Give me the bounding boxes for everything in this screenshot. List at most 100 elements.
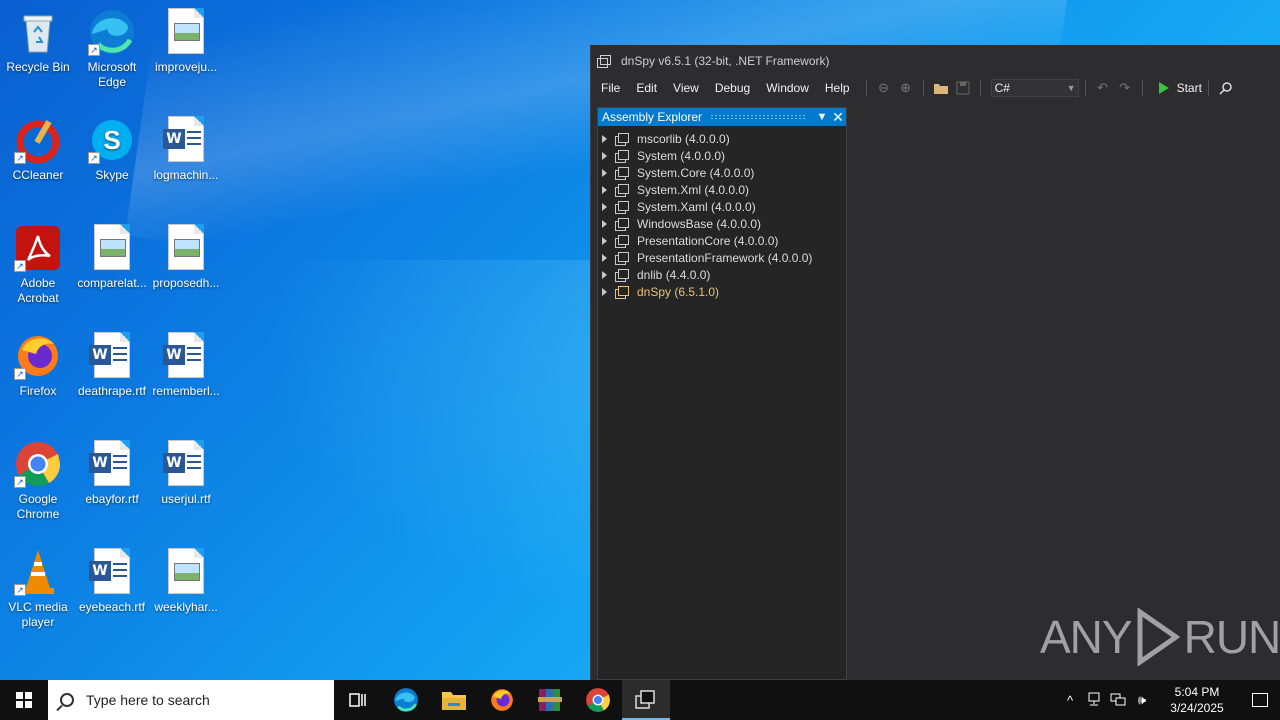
taskbar-dnspy[interactable] xyxy=(622,680,670,720)
desktop-icon-recycle-bin[interactable]: Recycle Bin xyxy=(0,8,76,75)
menu-view[interactable]: View xyxy=(667,81,705,95)
expand-arrow-icon[interactable] xyxy=(602,151,607,160)
expand-arrow-icon[interactable] xyxy=(602,168,607,177)
expand-arrow-icon[interactable] xyxy=(602,253,607,262)
task-view-button[interactable] xyxy=(334,680,382,720)
expand-arrow-icon[interactable] xyxy=(602,202,607,211)
tree-item[interactable]: dnlib (4.4.0.0) xyxy=(598,266,846,283)
desktop-icon-vlc[interactable]: ↗ VLC media player xyxy=(0,548,76,630)
dnspy-app-icon xyxy=(597,55,611,68)
recycle-bin-icon xyxy=(14,8,62,56)
menu-edit[interactable]: Edit xyxy=(630,81,663,95)
menu-file[interactable]: File xyxy=(595,81,626,95)
notification-icon xyxy=(1252,693,1268,707)
play-icon xyxy=(1158,82,1169,94)
windows-logo-icon xyxy=(16,692,32,708)
tree-item[interactable]: System.Core (4.0.0.0) xyxy=(598,164,846,181)
desktop-icon-logmachin[interactable]: W logmachin... xyxy=(148,116,224,183)
firefox-icon xyxy=(491,689,513,711)
expand-arrow-icon[interactable] xyxy=(602,134,607,143)
chevron-up-icon[interactable]: ^ xyxy=(1058,693,1082,708)
desktop-icon-userjul[interactable]: W userjul.rtf xyxy=(148,440,224,507)
clock[interactable]: 5:04 PM 3/24/2025 xyxy=(1162,684,1232,716)
expand-arrow-icon[interactable] xyxy=(602,270,607,279)
language-select-value: C# xyxy=(994,81,1010,95)
tree-item-label: dnlib (4.4.0.0) xyxy=(637,267,711,282)
desktop-icon-proposedh[interactable]: proposedh... xyxy=(148,224,224,291)
desktop-icon-skype[interactable]: S ↗ Skype xyxy=(74,116,150,183)
navigate-forward-icon[interactable]: ⊕ xyxy=(895,78,917,98)
desktop-icon-deathrape[interactable]: W deathrape.rtf xyxy=(74,332,150,399)
assembly-icon xyxy=(615,285,629,299)
assembly-icon xyxy=(615,183,629,197)
expand-arrow-icon[interactable] xyxy=(602,287,607,296)
navigate-back-icon[interactable]: ⊖ xyxy=(873,78,895,98)
desktop-icon-ccleaner[interactable]: ↗ CCleaner xyxy=(0,116,76,183)
tree-item[interactable]: System.Xaml (4.0.0.0) xyxy=(598,198,846,215)
desktop-icon-label: Adobe Acrobat xyxy=(17,276,59,305)
taskbar-firefox[interactable] xyxy=(478,680,526,720)
watermark-text-right: RUN xyxy=(1183,611,1280,663)
tree-item[interactable]: System.Xml (4.0.0.0) xyxy=(598,181,846,198)
desktop-icon-adobe-acrobat[interactable]: ↗ Adobe Acrobat xyxy=(0,224,76,306)
taskbar-file-explorer[interactable] xyxy=(430,680,478,720)
word-document-icon: W xyxy=(88,548,136,596)
tree-item[interactable]: PresentationFramework (4.0.0.0) xyxy=(598,249,846,266)
taskbar-edge[interactable] xyxy=(382,680,430,720)
open-folder-icon[interactable] xyxy=(930,78,952,98)
desktop-icon-microsoft-edge[interactable]: ↗ Microsoft Edge xyxy=(74,8,150,90)
desktop-icon-improveju[interactable]: improveju... xyxy=(148,8,224,75)
desktop-icon-firefox[interactable]: ↗ Firefox xyxy=(0,332,76,399)
assembly-icon xyxy=(615,166,629,180)
tree-item[interactable]: WindowsBase (4.0.0.0) xyxy=(598,215,846,232)
redo-icon[interactable]: ↷ xyxy=(1114,78,1136,98)
expand-arrow-icon[interactable] xyxy=(602,219,607,228)
notification-center-button[interactable] xyxy=(1240,680,1280,720)
panel-drag-grip[interactable] xyxy=(710,114,806,120)
ethernet-icon[interactable] xyxy=(1106,692,1130,709)
menu-help[interactable]: Help xyxy=(819,81,856,95)
close-icon[interactable]: ✕ xyxy=(830,109,846,126)
search-placeholder: Type here to search xyxy=(86,692,210,708)
image-file-icon xyxy=(162,224,210,272)
assembly-explorer-panel: Assembly Explorer ▼ ✕ mscorlib (4.0.0.0)… xyxy=(597,107,847,680)
word-document-icon: W xyxy=(162,332,210,380)
desktop-icon-weeklyhar[interactable]: weeklyhar... xyxy=(148,548,224,615)
start-button[interactable] xyxy=(0,680,48,720)
assembly-explorer-header[interactable]: Assembly Explorer ▼ ✕ xyxy=(598,108,846,126)
taskbar-search[interactable]: Type here to search xyxy=(48,680,334,720)
tree-item[interactable]: System (4.0.0.0) xyxy=(598,147,846,164)
start-debugging-button[interactable]: Start xyxy=(1158,81,1202,95)
chrome-icon xyxy=(586,688,610,712)
menu-window[interactable]: Window xyxy=(760,81,815,95)
tree-item[interactable]: mscorlib (4.0.0.0) xyxy=(598,130,846,147)
desktop-icon-rememberl[interactable]: W rememberl... xyxy=(148,332,224,399)
word-document-icon: W xyxy=(88,332,136,380)
save-all-icon[interactable] xyxy=(952,78,974,98)
expand-arrow-icon[interactable] xyxy=(602,236,607,245)
undo-icon[interactable]: ↶ xyxy=(1092,78,1114,98)
toolbar-separator xyxy=(1207,80,1209,96)
panel-dropdown-icon[interactable]: ▼ xyxy=(814,111,830,123)
expand-arrow-icon[interactable] xyxy=(602,185,607,194)
language-select[interactable]: C# ▼ xyxy=(990,79,1079,97)
desktop-icon-ebayfor[interactable]: W ebayfor.rtf xyxy=(74,440,150,507)
taskbar-winrar[interactable] xyxy=(526,680,574,720)
window-titlebar[interactable]: dnSpy v6.5.1 (32-bit, .NET Framework) xyxy=(591,45,1280,77)
menu-debug[interactable]: Debug xyxy=(709,81,756,95)
desktop-icon-comparelat[interactable]: comparelat... xyxy=(74,224,150,291)
shortcut-arrow-icon: ↗ xyxy=(88,44,100,56)
volume-icon[interactable]: 🕪 xyxy=(1130,692,1154,708)
tree-item[interactable]: PresentationCore (4.0.0.0) xyxy=(598,232,846,249)
network-status-icon[interactable] xyxy=(1082,692,1106,709)
toolbar-separator xyxy=(979,80,981,96)
assembly-tree: mscorlib (4.0.0.0) System (4.0.0.0) Syst… xyxy=(598,126,846,300)
taskbar-chrome[interactable] xyxy=(574,680,622,720)
shortcut-arrow-icon: ↗ xyxy=(88,152,100,164)
desktop-icon-google-chrome[interactable]: ↗ Google Chrome xyxy=(0,440,76,522)
search-icon[interactable] xyxy=(1215,78,1237,98)
desktop-icon-label: Microsoft Edge xyxy=(87,60,137,89)
desktop-icon-label: rememberl... xyxy=(152,384,220,398)
desktop-icon-eyebeach[interactable]: W eyebeach.rtf xyxy=(74,548,150,615)
tree-item[interactable]: dnSpy (6.5.1.0) xyxy=(598,283,846,300)
